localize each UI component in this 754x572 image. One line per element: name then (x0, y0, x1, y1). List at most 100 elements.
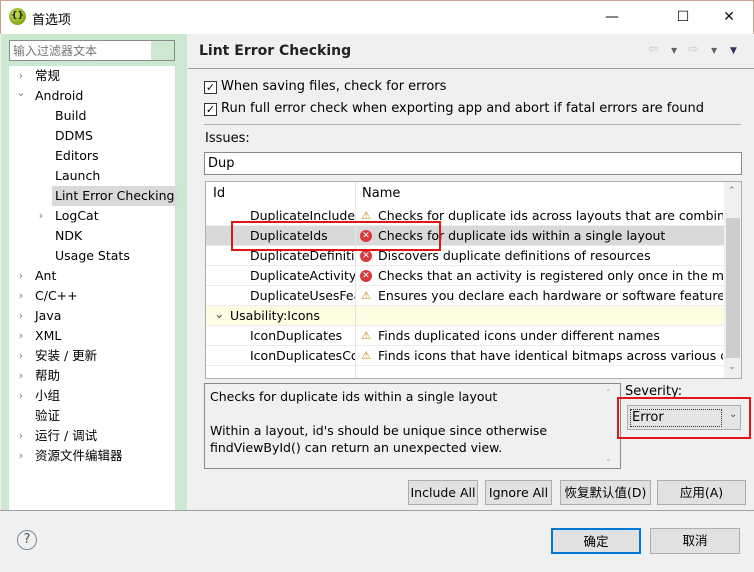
table-row[interactable]: DuplicateActivity ✕ Checks that an activit… (206, 266, 724, 286)
issues-search-input[interactable]: Dup (204, 152, 742, 175)
tree-item[interactable]: Build (55, 106, 86, 126)
tree-item-label: 验证 (35, 408, 61, 423)
restore-defaults-button[interactable]: 恢复默认值(D) (560, 480, 651, 505)
chevron-right-icon[interactable]: › (15, 386, 27, 406)
tree-item-label: C/C++ (35, 288, 78, 303)
check-on-export-label: Run full error check when exporting app … (221, 101, 705, 116)
tree-item-label: 帮助 (35, 368, 61, 383)
tree-item-label: DDMS (55, 128, 93, 143)
include-all-button[interactable]: Include All (408, 480, 478, 505)
filter-clear-button[interactable] (151, 41, 174, 60)
chevron-right-icon[interactable]: › (15, 266, 27, 286)
table-scrollbar-thumb[interactable] (726, 218, 740, 358)
tree-item[interactable]: › 小组 (19, 386, 61, 406)
highlight-box (231, 221, 441, 251)
tree-item-label: Build (55, 108, 87, 123)
tree-item[interactable]: NDK (55, 226, 82, 246)
check-on-save-label: When saving files, check for errors (221, 79, 447, 94)
table-row[interactable]: IconDuplicates ⚠ Finds duplicated icons un… (206, 326, 724, 346)
chevron-right-icon[interactable]: › (15, 286, 27, 306)
tree-item[interactable]: Usage Stats (55, 246, 130, 266)
tree-item[interactable]: › XML (19, 326, 62, 346)
tree-item-label: 小组 (35, 388, 61, 403)
forward-arrow-icon[interactable]: ⇨ (688, 42, 699, 57)
maximize-button[interactable]: ☐ (660, 4, 706, 30)
tree-item[interactable]: › Ant (19, 266, 57, 286)
ignore-all-button[interactable]: Ignore All (485, 480, 552, 505)
tree-item-label: Usage Stats (55, 248, 130, 263)
chevron-down-icon[interactable]: ⌄ (15, 83, 27, 103)
tree-item[interactable]: › 常规 (19, 66, 60, 86)
table-row[interactable]: DuplicateUsesFeature ⚠ Ensures you declare… (206, 286, 724, 306)
issue-name: Ensures you declare each hardware or sof… (378, 288, 723, 303)
divider (204, 124, 741, 125)
check-on-export-checkbox[interactable]: ✓ (204, 103, 217, 116)
issue-name: Finds icons that have identical bitmaps … (378, 348, 723, 363)
minimize-button[interactable]: — (589, 4, 635, 30)
tree-item-label: XML (35, 328, 62, 343)
issue-id: IconDuplicates (250, 328, 343, 343)
cancel-button[interactable]: 取消 (650, 528, 740, 554)
header-divider (188, 68, 754, 69)
tree-item[interactable]: DDMS (55, 126, 93, 146)
tree-item-label: Android (35, 88, 84, 103)
column-header-id[interactable]: Id (213, 186, 225, 201)
error-icon: ✕ (360, 270, 372, 282)
forward-dropdown-icon[interactable]: ▼ (711, 46, 717, 55)
help-icon[interactable]: ? (17, 530, 37, 550)
issue-description: Checks for duplicate ids within a single… (204, 383, 621, 469)
page-title: Lint Error Checking (199, 43, 352, 59)
issue-name: Finds duplicated icons under different n… (378, 328, 660, 343)
tree-item[interactable]: › 运行 / 调试 (19, 426, 98, 446)
scroll-down-icon[interactable]: ⌄ (728, 362, 736, 372)
close-button[interactable]: ✕ (706, 4, 752, 30)
tree-item[interactable]: Editors (55, 146, 99, 166)
tree-item-label: 资源文件编辑器 (35, 448, 123, 463)
tree-item[interactable]: ⌄ Android (16, 86, 84, 106)
desc-scroll-up-icon[interactable]: ⌃ (605, 388, 612, 397)
chevron-right-icon[interactable]: › (15, 446, 27, 466)
chevron-right-icon[interactable]: › (15, 366, 27, 386)
ok-button[interactable]: 确定 (551, 528, 641, 554)
tree-item-label: Lint Error Checking (55, 188, 175, 203)
issue-id: DuplicateUsesFeature (250, 288, 356, 303)
tree-item[interactable]: Launch (55, 166, 100, 186)
column-divider (355, 182, 356, 378)
tree-item-label: Java (35, 308, 62, 323)
tree-item[interactable]: › 帮助 (19, 366, 61, 386)
issue-id: IconDuplicatesConfig (250, 348, 356, 363)
tree-item-label: Ant (35, 268, 57, 283)
issue-id: DuplicateActivity (250, 268, 356, 283)
scroll-up-icon[interactable]: ⌃ (728, 186, 736, 196)
check-on-save-checkbox[interactable]: ✓ (204, 81, 217, 94)
back-dropdown-icon[interactable]: ▼ (671, 46, 677, 55)
view-menu-icon[interactable]: ▼ (730, 46, 737, 56)
back-arrow-icon[interactable]: ⇦ (648, 42, 659, 57)
tree-item[interactable]: › Java (19, 306, 62, 326)
tree-item[interactable]: › C/C++ (19, 286, 78, 306)
issues-label: Issues: (205, 131, 250, 146)
table-row[interactable]: IconDuplicatesConfig ⚠ Finds icons that ha… (206, 346, 724, 366)
chevron-down-icon[interactable]: ⌄ (214, 304, 224, 324)
tree-item-label: Launch (55, 168, 101, 183)
column-header-name[interactable]: Name (362, 186, 400, 201)
footer-divider (0, 510, 754, 511)
tree-item-label: Editors (55, 148, 99, 163)
tree-item[interactable]: › 安装 / 更新 (19, 346, 97, 366)
chevron-right-icon[interactable]: › (15, 346, 27, 366)
tree-item[interactable]: › 资源文件编辑器 (19, 446, 123, 466)
chevron-right-icon[interactable]: › (15, 426, 27, 446)
tree-item[interactable]: Lint Error Checking (52, 186, 178, 206)
tree-item[interactable]: › LogCat (39, 206, 99, 226)
window-title: 首选项 (32, 13, 72, 28)
chevron-right-icon[interactable]: › (15, 306, 27, 326)
table-category-row[interactable]: ⌄ Usability:Icons (206, 306, 724, 326)
tree-item-label: 运行 / 调试 (35, 428, 98, 443)
app-icon: {} (9, 8, 26, 25)
apply-button[interactable]: 应用(A) (657, 480, 746, 505)
chevron-right-icon[interactable]: › (15, 326, 27, 346)
tree-item[interactable]: 验证 (35, 406, 60, 426)
category-label: Usability:Icons (230, 308, 320, 323)
desc-scroll-down-icon[interactable]: ⌄ (605, 454, 612, 463)
chevron-right-icon[interactable]: › (35, 206, 47, 226)
